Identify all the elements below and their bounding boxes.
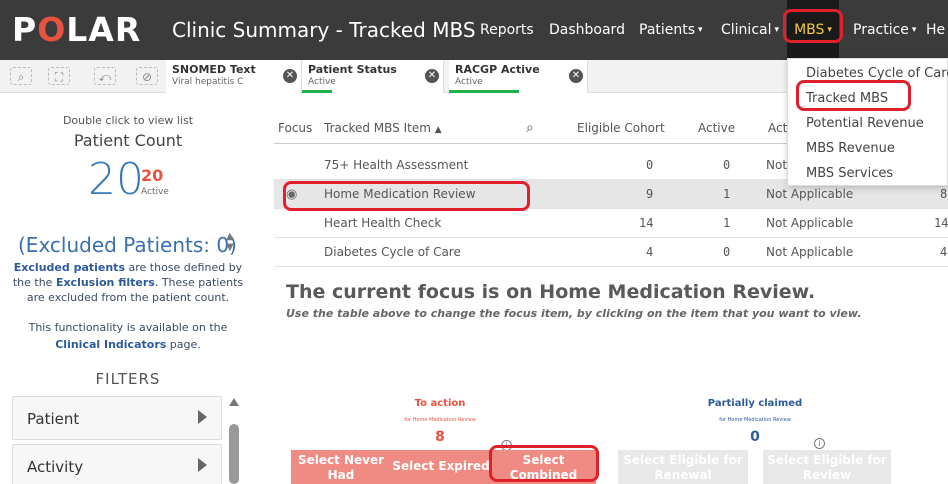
scroll-thumb[interactable] — [229, 424, 239, 484]
selections-tool-icon[interactable]: ⛶ — [48, 67, 70, 85]
focus-heading: The current focus is on Home Medication … — [286, 281, 816, 303]
nav-dashboard[interactable]: Dashboard — [549, 0, 625, 60]
select-eligible-renewal-button[interactable]: Select Eligible for Renewal — [618, 450, 748, 484]
menu-item-mbs-services[interactable]: MBS Services — [806, 166, 893, 181]
selection-chip-snomed[interactable]: SNOMED Text Viral hepatitis C ✕ — [166, 60, 302, 93]
focus-instructions: Use the table above to change the focus … — [286, 307, 862, 320]
menu-item-tracked-mbs[interactable]: Tracked MBS — [806, 91, 888, 106]
col-action[interactable]: Act — [768, 113, 787, 143]
col-tracked-item[interactable]: Tracked MBS Item ▲ — [324, 113, 442, 143]
selection-chip-patient-status[interactable]: Patient Status Active ✕ — [302, 60, 444, 93]
top-nav-bar: POLAR Clinic Summary - Tracked MBS Repor… — [0, 0, 948, 60]
search-icon[interactable]: ⌕ — [526, 113, 534, 143]
patient-count-value[interactable]: 20 — [88, 155, 144, 205]
scroll-up-icon[interactable] — [229, 398, 239, 406]
info-icon[interactable]: i — [814, 438, 825, 449]
nav-mbs[interactable]: MBS ▾ — [787, 0, 839, 60]
table-row[interactable]: Heart Health Check 14 1 Not Applicable 1… — [274, 209, 948, 238]
step-back-icon[interactable]: ⤺ — [94, 67, 116, 85]
nav-help[interactable]: He — [926, 0, 945, 60]
menu-item-diabetes-cycle[interactable]: Diabetes Cycle of Care — [806, 66, 948, 81]
col-eligible-cohort[interactable]: Eligible Cohort — [577, 113, 665, 143]
patient-count-label: Patient Count — [73, 131, 183, 150]
select-never-had-button[interactable]: Select Never Had — [291, 450, 391, 484]
filters-scrollbar[interactable] — [228, 398, 240, 484]
kpi-partially-claimed-title: Partially claimed — [707, 398, 803, 409]
kpi-partially-claimed-sub: for Home Medication Review — [719, 417, 791, 423]
kpi-to-action-value: 8 — [435, 429, 445, 445]
filter-patient[interactable]: Patient — [12, 396, 222, 440]
kpi-partially-claimed-value: 0 — [750, 429, 760, 445]
table-row[interactable]: Diabetes Cycle of Care 4 0 Not Applicabl… — [274, 238, 948, 267]
smart-search-icon[interactable]: ⌕ — [10, 67, 32, 85]
mbs-dropdown-menu: Diabetes Cycle of Care Tracked MBS Poten… — [787, 58, 948, 186]
chevron-right-icon — [198, 458, 207, 472]
filter-activity[interactable]: Activity — [12, 444, 222, 484]
nav-reports[interactable]: Reports — [480, 0, 534, 60]
selection-chip-racgp[interactable]: RACGP Active Active ✕ — [449, 60, 588, 93]
select-eligible-review-button[interactable]: Select Eligible for Review — [763, 450, 891, 484]
polar-logo[interactable]: POLAR — [12, 10, 141, 50]
close-icon[interactable]: ✕ — [283, 69, 297, 83]
filters-heading: FILTERS — [95, 370, 161, 388]
close-icon[interactable]: ✕ — [569, 69, 583, 83]
functionality-note: This functionality is available on the Cl… — [28, 321, 228, 351]
selection-state-bar — [302, 90, 332, 93]
active-label: Active — [141, 187, 169, 197]
excluded-description: Excluded patients are those defined by t… — [12, 261, 244, 304]
sort-updown-icon[interactable]: ▲ ▼ — [226, 231, 234, 253]
col-active[interactable]: Active — [698, 113, 735, 143]
kpi-to-action-sub: for Home Medication Review — [404, 417, 476, 423]
menu-item-potential-revenue[interactable]: Potential Revenue — [806, 116, 924, 131]
double-click-hint: Double click to view list — [62, 114, 194, 127]
nav-practice[interactable]: Practice ▾ — [853, 0, 916, 60]
nav-clinical[interactable]: Clinical ▾ — [721, 0, 779, 60]
clinical-indicators-link[interactable]: Clinical Indicators — [55, 338, 166, 351]
close-icon[interactable]: ✕ — [425, 69, 439, 83]
chevron-right-icon — [198, 410, 207, 424]
left-panel: Double click to view list Patient Count … — [0, 93, 256, 484]
kpi-to-action-title: To action — [414, 398, 466, 409]
sort-asc-icon: ▲ — [434, 125, 442, 135]
excluded-patients-title[interactable]: (Excluded Patients: 0) — [18, 233, 237, 257]
clear-selections-icon[interactable]: ⊘ — [136, 67, 158, 85]
menu-item-mbs-revenue[interactable]: MBS Revenue — [806, 141, 895, 156]
chevron-down-icon: ▾ — [911, 25, 917, 35]
chevron-down-icon: ▾ — [827, 25, 832, 35]
eye-icon: ◉ — [286, 187, 298, 202]
page-title: Clinic Summary - Tracked MBS — [172, 18, 476, 42]
chevron-down-icon: ▾ — [698, 25, 703, 35]
active-count-value: 20 — [141, 166, 164, 185]
select-expired-button[interactable]: Select Expired — [391, 450, 491, 484]
selection-state-bar — [449, 90, 519, 93]
col-focus[interactable]: Focus — [278, 113, 312, 143]
chevron-down-icon: ▾ — [774, 25, 780, 35]
select-combined-button[interactable]: Select Combined — [491, 450, 596, 484]
nav-patients[interactable]: Patients ▾ — [639, 0, 703, 60]
